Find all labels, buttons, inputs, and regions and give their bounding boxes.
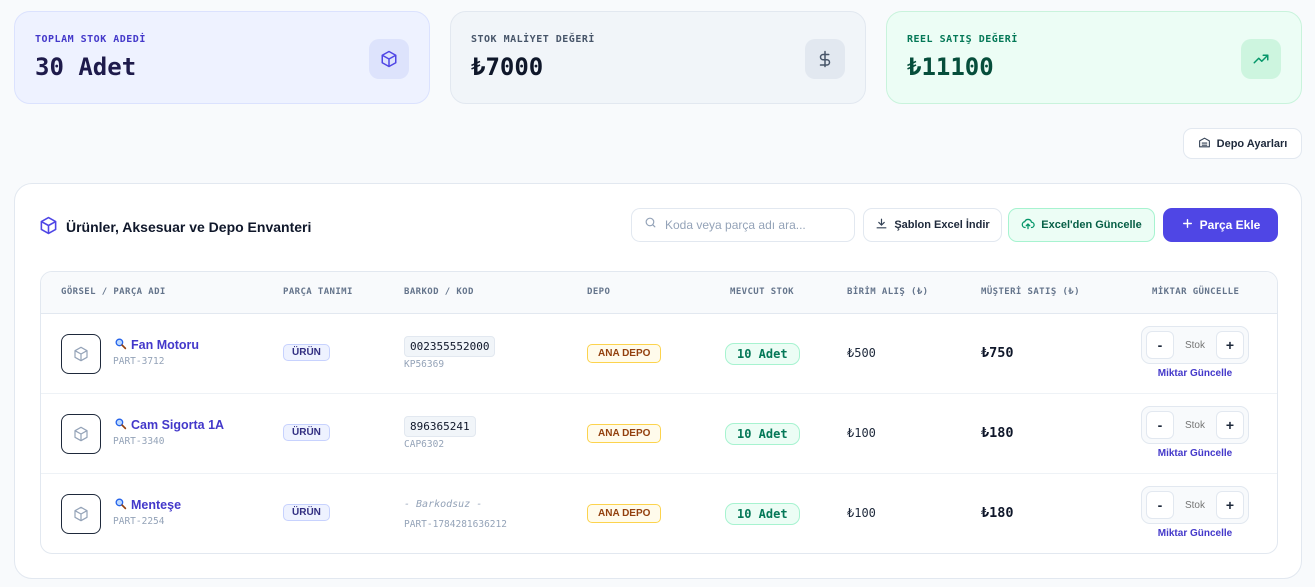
stat-value: ₺7000 bbox=[471, 53, 544, 81]
header-barcode: BARKOD / KOD bbox=[404, 287, 474, 297]
update-quantity-button[interactable]: Miktar Güncelle bbox=[1141, 368, 1249, 379]
box-icon bbox=[74, 506, 88, 522]
magnifier-icon bbox=[114, 417, 127, 433]
quantity-stepper: - + bbox=[1141, 406, 1249, 444]
depot-badge: ANA DEPO bbox=[587, 424, 662, 443]
excel-update-button[interactable]: Excel'den Güncelle bbox=[1008, 208, 1155, 242]
product-name: Menteşe bbox=[131, 498, 182, 512]
sell-price: ₺180 bbox=[981, 505, 1014, 521]
product-code: PART-1784281636212 bbox=[404, 519, 507, 530]
sell-price: ₺180 bbox=[981, 425, 1014, 441]
buy-price: ₺100 bbox=[847, 426, 876, 440]
header-stock: MEVCUT STOK bbox=[730, 287, 795, 297]
table-row: Cam Sigorta 1A PART-3340 ÜRÜN 896365241 … bbox=[41, 394, 1277, 474]
stock-quantity-input[interactable] bbox=[1178, 419, 1212, 431]
box-icon bbox=[74, 346, 88, 362]
dollar-icon bbox=[805, 39, 845, 79]
depot-badge: ANA DEPO bbox=[587, 344, 662, 363]
buy-price: ₺500 bbox=[847, 346, 876, 360]
header-buy-price: BİRİM ALIŞ (₺) bbox=[847, 287, 929, 297]
stat-card-cost-value: STOK MALİYET DEĞERİ ₺7000 bbox=[450, 11, 866, 104]
search-box[interactable] bbox=[631, 208, 855, 242]
download-template-label: Şablon Excel İndir bbox=[894, 219, 990, 231]
header-qty-update: MİKTAR GÜNCELLE bbox=[1152, 287, 1240, 297]
header-part-type: PARÇA TANIMI bbox=[283, 287, 353, 297]
type-badge: ÜRÜN bbox=[283, 504, 330, 521]
search-icon bbox=[644, 216, 657, 234]
panel-title-text: Ürünler, Aksesuar ve Depo Envanteri bbox=[66, 219, 312, 235]
stock-badge: 10 Adet bbox=[725, 343, 800, 365]
update-quantity-button[interactable]: Miktar Güncelle bbox=[1141, 528, 1249, 539]
download-template-button[interactable]: Şablon Excel İndir bbox=[863, 208, 1002, 242]
stock-quantity-input[interactable] bbox=[1178, 499, 1212, 511]
box-icon bbox=[369, 39, 409, 79]
decrease-button[interactable]: - bbox=[1146, 411, 1174, 439]
product-code: KP56369 bbox=[404, 359, 445, 370]
barcode-missing: - Barkodsuz - bbox=[404, 499, 483, 510]
box-icon bbox=[39, 216, 58, 238]
stock-quantity-input[interactable] bbox=[1178, 339, 1212, 351]
buy-price: ₺100 bbox=[847, 506, 876, 520]
depo-settings-button[interactable]: Depo Ayarları bbox=[1183, 128, 1302, 159]
stock-badge: 10 Adet bbox=[725, 503, 800, 525]
sell-price: ₺750 bbox=[981, 345, 1014, 361]
type-badge: ÜRÜN bbox=[283, 344, 330, 361]
panel-title: Ürünler, Aksesuar ve Depo Envanteri bbox=[39, 216, 311, 238]
increase-button[interactable]: + bbox=[1216, 491, 1244, 519]
stat-label: REEL SATIŞ DEĞERİ bbox=[907, 34, 1018, 45]
decrease-button[interactable]: - bbox=[1146, 331, 1174, 359]
increase-button[interactable]: + bbox=[1216, 331, 1244, 359]
table-row: Fan Motoru PART-3712 ÜRÜN 002355552000 K… bbox=[41, 314, 1277, 394]
stat-card-total-stock: TOPLAM STOK ADEDİ 30 Adet bbox=[14, 11, 430, 104]
download-icon bbox=[875, 217, 888, 233]
part-code: PART-3712 bbox=[113, 356, 165, 367]
product-code: CAP6302 bbox=[404, 439, 445, 450]
magnifier-icon bbox=[114, 337, 127, 353]
header-image-name: GÖRSEL / PARÇA ADI bbox=[61, 287, 166, 297]
stat-label: TOPLAM STOK ADEDİ bbox=[35, 34, 146, 45]
quantity-stepper: - + bbox=[1141, 486, 1249, 524]
inventory-panel: Ürünler, Aksesuar ve Depo Envanteri Şabl… bbox=[14, 183, 1302, 579]
product-image-placeholder[interactable] bbox=[61, 494, 101, 534]
add-part-button[interactable]: Parça Ekle bbox=[1163, 208, 1278, 242]
stock-badge: 10 Adet bbox=[725, 423, 800, 445]
header-sell-price: MÜŞTERİ SATIŞ (₺) bbox=[981, 287, 1080, 297]
increase-button[interactable]: + bbox=[1216, 411, 1244, 439]
depot-badge: ANA DEPO bbox=[587, 504, 662, 523]
box-icon bbox=[74, 426, 88, 442]
inventory-table: GÖRSEL / PARÇA ADI PARÇA TANIMI BARKOD /… bbox=[40, 271, 1278, 554]
update-quantity-button[interactable]: Miktar Güncelle bbox=[1141, 448, 1249, 459]
warehouse-icon bbox=[1198, 136, 1211, 152]
magnifier-icon bbox=[114, 497, 127, 513]
depo-settings-label: Depo Ayarları bbox=[1216, 137, 1288, 150]
product-image-placeholder[interactable] bbox=[61, 414, 101, 454]
stat-label: STOK MALİYET DEĞERİ bbox=[471, 34, 595, 45]
part-code: PART-2254 bbox=[113, 516, 165, 527]
barcode: 002355552000 bbox=[404, 336, 496, 357]
quantity-stepper: - + bbox=[1141, 326, 1249, 364]
plus-icon bbox=[1181, 217, 1194, 233]
table-row: Menteşe PART-2254 ÜRÜN - Barkodsuz - PAR… bbox=[41, 474, 1277, 553]
table-header: GÖRSEL / PARÇA ADI PARÇA TANIMI BARKOD /… bbox=[41, 272, 1277, 314]
product-name: Fan Motoru bbox=[131, 338, 200, 352]
type-badge: ÜRÜN bbox=[283, 424, 330, 441]
add-part-label: Parça Ekle bbox=[1199, 218, 1261, 232]
decrease-button[interactable]: - bbox=[1146, 491, 1174, 519]
stat-value: 30 Adet bbox=[35, 53, 137, 81]
trending-up-icon bbox=[1241, 39, 1281, 79]
product-image-placeholder[interactable] bbox=[61, 334, 101, 374]
product-name-link[interactable]: Cam Sigorta 1A bbox=[114, 417, 224, 433]
barcode: 896365241 bbox=[404, 416, 476, 437]
product-name: Cam Sigorta 1A bbox=[131, 418, 225, 432]
header-depot: DEPO bbox=[587, 287, 611, 297]
part-code: PART-3340 bbox=[113, 436, 165, 447]
stat-value: ₺11100 bbox=[907, 53, 994, 81]
cloud-upload-icon bbox=[1021, 217, 1035, 234]
stat-card-sale-value: REEL SATIŞ DEĞERİ ₺11100 bbox=[886, 11, 1302, 104]
search-input[interactable] bbox=[665, 218, 835, 232]
excel-update-label: Excel'den Güncelle bbox=[1041, 219, 1142, 231]
product-name-link[interactable]: Menteşe bbox=[114, 497, 181, 513]
product-name-link[interactable]: Fan Motoru bbox=[114, 337, 199, 353]
